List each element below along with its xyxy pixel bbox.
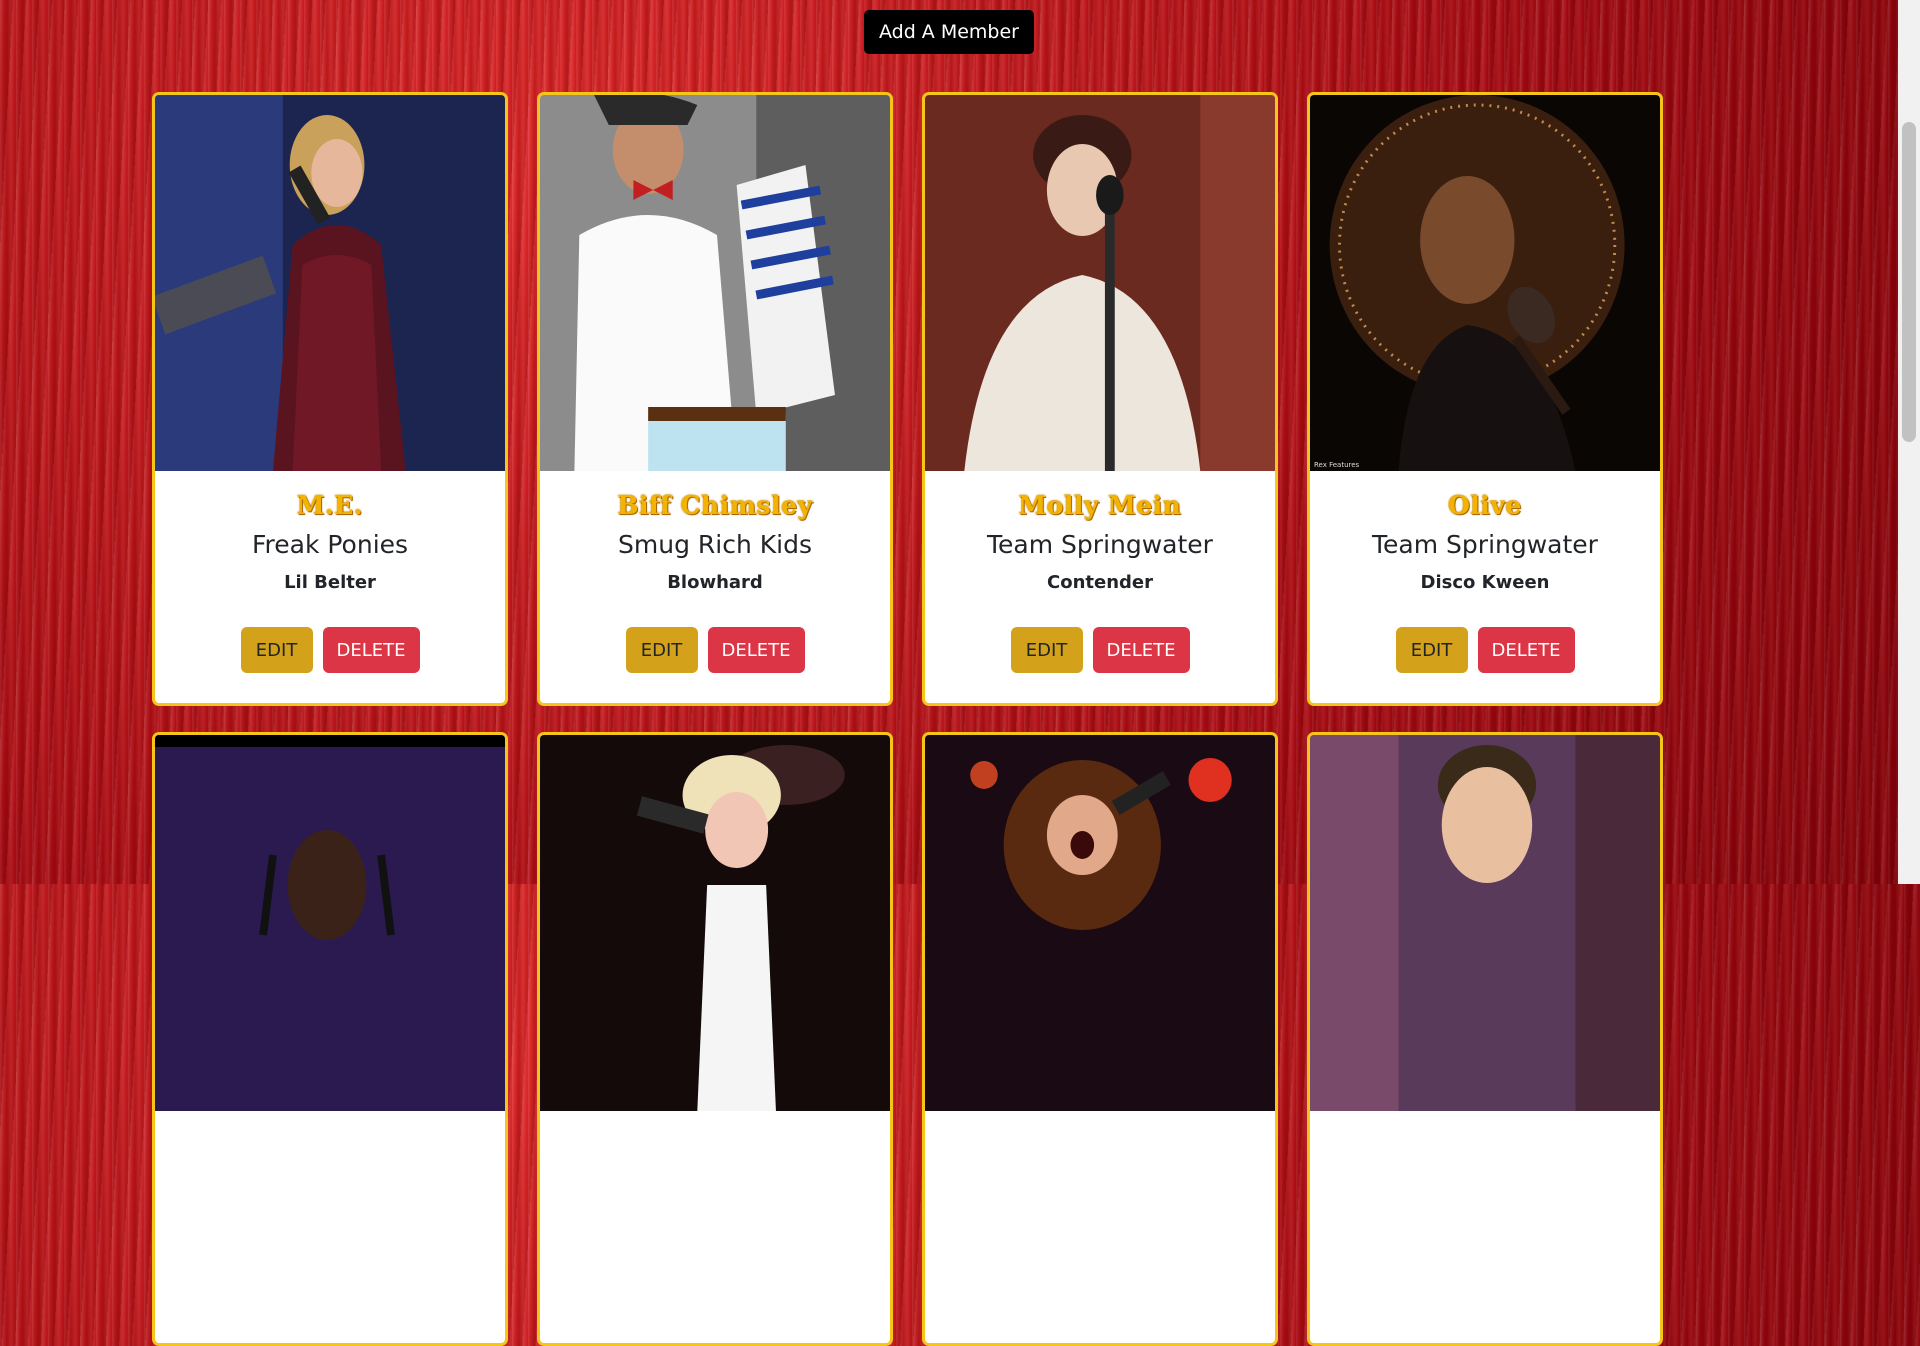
member-name (1310, 1129, 1660, 1163)
member-team: Team Springwater (1372, 530, 1598, 559)
member-name: M.E. (296, 491, 364, 520)
member-card: M.E. Freak Ponies Lil Belter EDIT DELETE (152, 92, 508, 706)
member-role: Lil Belter (284, 572, 376, 593)
member-photo (1310, 735, 1660, 1111)
member-team: Freak Ponies (251, 530, 409, 559)
photo-credit: Rex Features (1314, 461, 1360, 469)
member-role: Contender (1047, 572, 1153, 593)
member-photo: Rex Features (1310, 95, 1660, 471)
member-name: Biff Chimsley (617, 491, 813, 520)
member-card (1307, 732, 1663, 1346)
scrollbar[interactable] (1898, 0, 1920, 884)
member-card: Biff Chimsley Smug Rich Kids Blowhard ED… (537, 92, 893, 706)
edit-button[interactable]: EDIT (1395, 627, 1468, 673)
member-role: Blowhard (667, 572, 763, 593)
member-photo (925, 95, 1275, 471)
add-member-button[interactable]: Add A Member (863, 10, 1034, 54)
member-photo (155, 735, 505, 1111)
member-name: Olive (1448, 491, 1522, 520)
member-card (537, 732, 893, 1346)
member-name (155, 1129, 505, 1163)
member-photo (540, 95, 890, 471)
member-card: Molly Mein Team Springwater Contender ED… (922, 92, 1278, 706)
member-name (540, 1129, 890, 1163)
top-bar: Add A Member (0, 10, 1898, 54)
delete-button[interactable]: DELETE (1092, 627, 1190, 673)
delete-button[interactable]: DELETE (707, 627, 805, 673)
member-card (922, 732, 1278, 1346)
member-team: Smug Rich Kids (618, 530, 812, 559)
member-name: Molly Mein (1018, 491, 1182, 520)
member-photo (925, 735, 1275, 1111)
member-card: Rex Features Olive Team Springwater Disc… (1307, 92, 1663, 706)
edit-button[interactable]: EDIT (240, 627, 313, 673)
delete-button[interactable]: DELETE (322, 627, 420, 673)
member-photo (155, 95, 505, 471)
member-photo (540, 735, 890, 1111)
edit-button[interactable]: EDIT (625, 627, 698, 673)
member-grid: M.E. Freak Ponies Lil Belter EDIT DELETE (152, 92, 1669, 1346)
member-role: Disco Kween (1420, 572, 1550, 593)
scrollbar-thumb[interactable] (1902, 122, 1916, 442)
delete-button[interactable]: DELETE (1477, 627, 1575, 673)
member-name (925, 1129, 1275, 1163)
member-team: Team Springwater (987, 530, 1213, 559)
member-card (152, 732, 508, 1346)
edit-button[interactable]: EDIT (1010, 627, 1083, 673)
